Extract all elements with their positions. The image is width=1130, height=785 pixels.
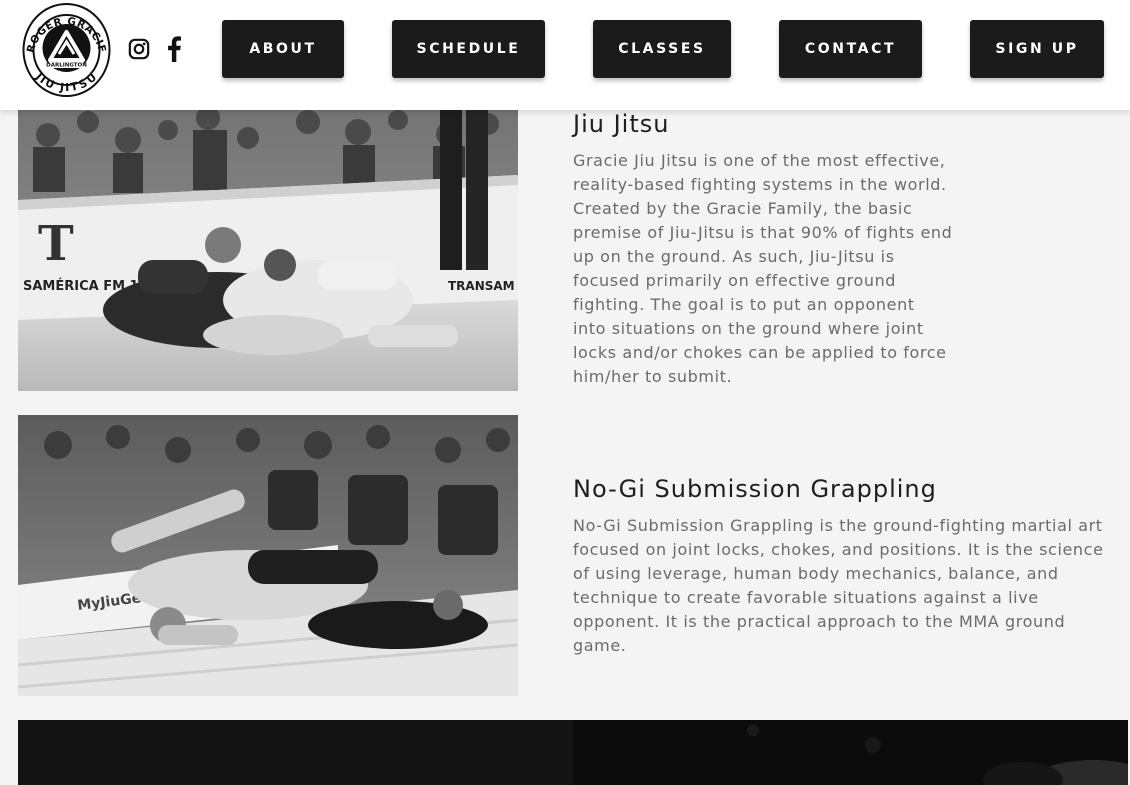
nav-contact-button[interactable]: CONTACT xyxy=(779,20,922,78)
nav-classes-button[interactable]: CLASSES xyxy=(593,20,731,78)
no-gi-description: No-Gi Submission Grappling is the ground… xyxy=(573,516,1104,655)
facebook-icon xyxy=(168,36,181,62)
next-section-photo xyxy=(573,720,1128,785)
logo-sub-text: DARLINGTON xyxy=(46,63,87,69)
site-logo[interactable]: ROGER GRACIE JIU JITSU DARLINGTON xyxy=(22,2,111,98)
page: ROGER GRACIE JIU JITSU DARLINGTON ABOUT … xyxy=(0,0,1130,785)
nav-signup-button[interactable]: SIGN UP xyxy=(970,20,1104,78)
no-gi-photo: MyJiuGear.com xyxy=(18,415,518,696)
logo-emblem-icon: ROGER GRACIE JIU JITSU DARLINGTON xyxy=(22,3,111,97)
instagram-link[interactable] xyxy=(124,32,154,66)
site-header: ROGER GRACIE JIU JITSU DARLINGTON ABOUT … xyxy=(0,0,1130,110)
photo-banner-right-text: TRANSAM xyxy=(448,279,515,293)
nav-schedule-button[interactable]: SCHEDULE xyxy=(392,20,545,78)
svg-text:T: T xyxy=(38,216,74,272)
jiu-jitsu-description: Gracie Jiu Jitsu is one of the most effe… xyxy=(573,151,953,386)
jiu-jitsu-title: Jiu Jitsu xyxy=(573,110,670,138)
next-section-photo-image xyxy=(573,720,1128,785)
next-section-panel xyxy=(18,720,573,785)
no-gi-photo-image: MyJiuGear.com xyxy=(18,415,518,696)
nav-about-button[interactable]: ABOUT xyxy=(222,20,344,78)
no-gi-title: No-Gi Submission Grappling xyxy=(573,475,937,503)
facebook-link[interactable] xyxy=(159,32,189,66)
instagram-icon xyxy=(128,38,150,60)
